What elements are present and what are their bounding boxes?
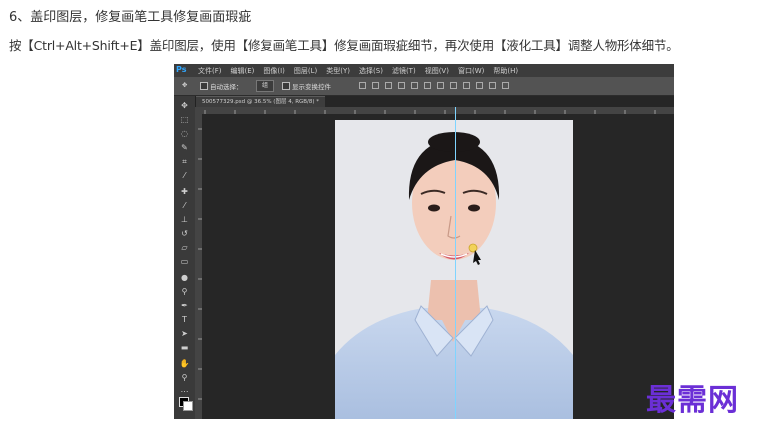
healing-brush-tool-icon[interactable]: ✚ (178, 186, 191, 197)
document-tab[interactable]: 500577329.psd @ 36.5% (图层 4, RGB/8) * (196, 96, 326, 107)
type-tool-icon[interactable]: T (178, 314, 191, 325)
dodge-tool-icon[interactable]: ⚲ (178, 286, 191, 297)
menu-file[interactable]: 文件(F) (198, 66, 222, 76)
vertical-ruler (195, 114, 202, 419)
shape-tool-icon[interactable]: ▬ (178, 342, 191, 353)
menu-layer[interactable]: 图层(L) (294, 66, 317, 76)
ruler-guide-marker (455, 107, 456, 120)
eraser-tool-icon[interactable]: ▱ (178, 242, 191, 253)
blur-tool-icon[interactable]: ● (178, 272, 191, 283)
lasso-tool-icon[interactable]: ◌ (178, 128, 191, 139)
portrait-photo (335, 120, 573, 419)
canvas-guide-line (455, 120, 456, 419)
align-top-icon[interactable] (359, 82, 366, 89)
menu-edit[interactable]: 编辑(E) (231, 66, 255, 76)
align-center-icon[interactable] (411, 82, 418, 89)
menu-help[interactable]: 帮助(H) (493, 66, 518, 76)
show-transform-label: 显示变换控件 (292, 83, 331, 91)
move-tool-icon[interactable]: ✥ (182, 81, 187, 89)
clone-stamp-tool-icon[interactable]: ⊥ (178, 214, 191, 225)
crop-tool-icon[interactable]: ⌗ (178, 156, 191, 167)
menu-window[interactable]: 窗口(W) (458, 66, 484, 76)
align-bottom-icon[interactable] (385, 82, 392, 89)
quick-select-tool-icon[interactable]: ✎ (178, 142, 191, 153)
eyedropper-tool-icon[interactable]: ⁄ (178, 170, 191, 181)
align-middle-icon[interactable] (372, 82, 379, 89)
photoshop-logo-icon: Ps (176, 65, 187, 74)
menu-items: 文件(F) 编辑(E) 图像(I) 图层(L) 类型(Y) 选择(S) 滤镜(T… (198, 66, 518, 76)
background-color-swatch[interactable] (183, 401, 193, 411)
distribute-center-icon[interactable] (489, 82, 496, 89)
menu-view[interactable]: 视图(V) (425, 66, 449, 76)
distribute-middle-icon[interactable] (450, 82, 457, 89)
pen-tool-icon[interactable]: ✒ (178, 300, 191, 311)
zoom-tool-icon[interactable]: ⚲ (178, 372, 191, 383)
show-transform-checkbox[interactable] (282, 82, 290, 90)
step-description: 按【Ctrl+Alt+Shift+E】盖印图层，使用【修复画笔工具】修复画面瑕疵… (9, 38, 679, 53)
menu-filter[interactable]: 滤镜(T) (392, 66, 416, 76)
move-tool-icon[interactable]: ✥ (178, 100, 191, 111)
distribute-bottom-icon[interactable] (463, 82, 470, 89)
document-canvas[interactable] (335, 120, 573, 419)
auto-select-checkbox[interactable] (200, 82, 208, 90)
align-left-icon[interactable] (398, 82, 405, 89)
align-buttons (359, 82, 509, 89)
watermark-logo: 最需网 (646, 383, 739, 418)
distribute-right-icon[interactable] (502, 82, 509, 89)
distribute-top-icon[interactable] (437, 82, 444, 89)
horizontal-ruler (195, 107, 674, 114)
path-select-tool-icon[interactable]: ➤ (178, 328, 191, 339)
history-brush-tool-icon[interactable]: ↺ (178, 228, 191, 239)
photoshop-screenshot: Ps 文件(F) 编辑(E) 图像(I) 图层(L) 类型(Y) 选择(S) 滤… (174, 64, 674, 419)
menu-select[interactable]: 选择(S) (359, 66, 383, 76)
hand-tool-icon[interactable]: ✋ (178, 358, 191, 369)
toolbox: ✥ ⬚ ◌ ✎ ⌗ ⁄ ✚ ⁄ ⊥ ↺ ▱ ▭ ● ⚲ ✒ T ➤ ▬ ✋ ⚲ … (174, 96, 196, 419)
align-right-icon[interactable] (424, 82, 431, 89)
brush-tool-icon[interactable]: ⁄ (178, 200, 191, 211)
marquee-tool-icon[interactable]: ⬚ (178, 114, 191, 125)
auto-select-dropdown[interactable]: 组 (256, 80, 274, 92)
auto-select-label: 自动选择： (210, 83, 243, 91)
menu-bar: Ps 文件(F) 编辑(E) 图像(I) 图层(L) 类型(Y) 选择(S) 滤… (174, 64, 674, 77)
menu-image[interactable]: 图像(I) (263, 66, 285, 76)
gradient-tool-icon[interactable]: ▭ (178, 256, 191, 267)
step-title: 6、盖印图层，修复画笔工具修复画面瑕疵 (9, 10, 252, 25)
more-tools-icon[interactable]: ⋯ (178, 386, 191, 397)
menu-type[interactable]: 类型(Y) (326, 66, 350, 76)
options-bar: ✥ 自动选择： 组 显示变换控件 (174, 77, 674, 96)
distribute-left-icon[interactable] (476, 82, 483, 89)
